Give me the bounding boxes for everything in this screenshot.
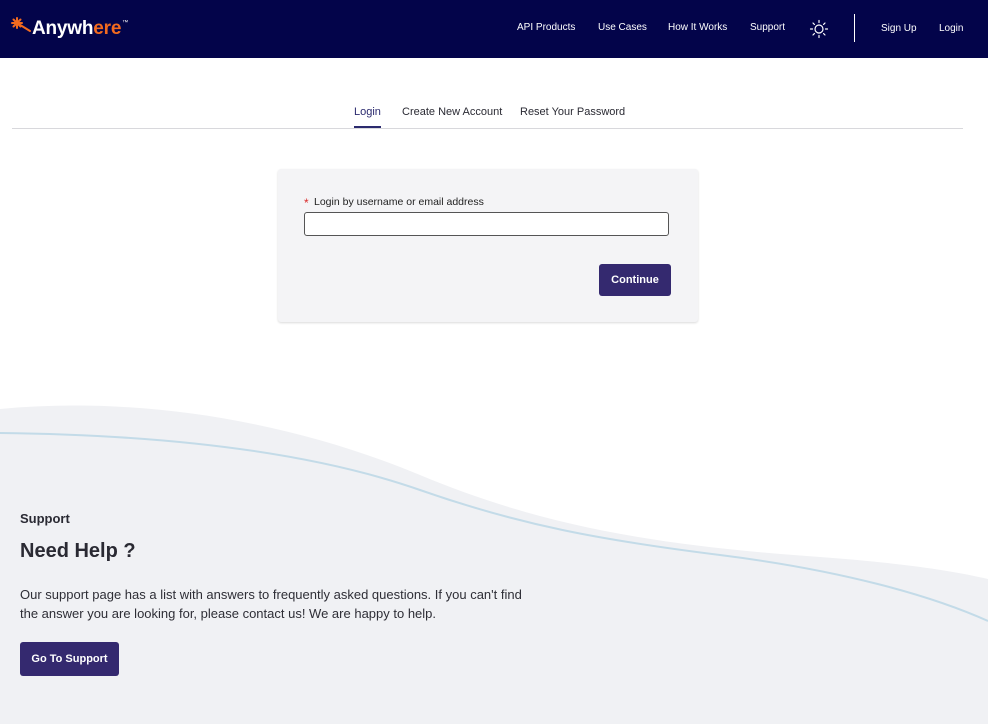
login-card: * Login by username or email address Con… bbox=[278, 169, 698, 322]
nav-support[interactable]: Support bbox=[750, 21, 785, 35]
anywhere-logo[interactable]: Anywhere ™ bbox=[11, 15, 128, 43]
tab-create-new-account[interactable]: Create New Account bbox=[402, 105, 502, 119]
support-eyebrow: Support bbox=[20, 511, 70, 526]
login-link[interactable]: Login bbox=[939, 22, 963, 36]
support-title: Need Help ? bbox=[20, 540, 136, 562]
username-field-label: Login by username or email address bbox=[314, 196, 484, 208]
continue-button[interactable]: Continue bbox=[599, 264, 671, 296]
sun-icon[interactable] bbox=[809, 19, 829, 39]
nav-divider bbox=[854, 14, 855, 42]
required-marker: * bbox=[304, 196, 309, 210]
nav-api-products[interactable]: API Products bbox=[517, 21, 575, 35]
logo-wordmark: Anywhere bbox=[32, 18, 122, 39]
tabs-divider bbox=[12, 128, 963, 129]
go-to-support-button[interactable]: Go To Support bbox=[20, 642, 119, 676]
sparkle-logo-icon bbox=[11, 17, 31, 32]
support-wave-background bbox=[0, 405, 988, 724]
sign-up-link[interactable]: Sign Up bbox=[881, 22, 917, 36]
tab-reset-password[interactable]: Reset Your Password bbox=[520, 105, 625, 119]
logo-trademark: ™ bbox=[122, 20, 129, 26]
username-email-input[interactable] bbox=[304, 212, 669, 236]
nav-use-cases[interactable]: Use Cases bbox=[598, 21, 647, 35]
active-tab-indicator bbox=[354, 126, 381, 128]
top-navigation-bar: Anywhere ™ API Products Use Cases How It… bbox=[0, 0, 988, 58]
support-description: Our support page has a list with answers… bbox=[20, 587, 522, 621]
tab-login[interactable]: Login bbox=[354, 105, 381, 119]
nav-how-it-works[interactable]: How It Works bbox=[668, 21, 727, 35]
